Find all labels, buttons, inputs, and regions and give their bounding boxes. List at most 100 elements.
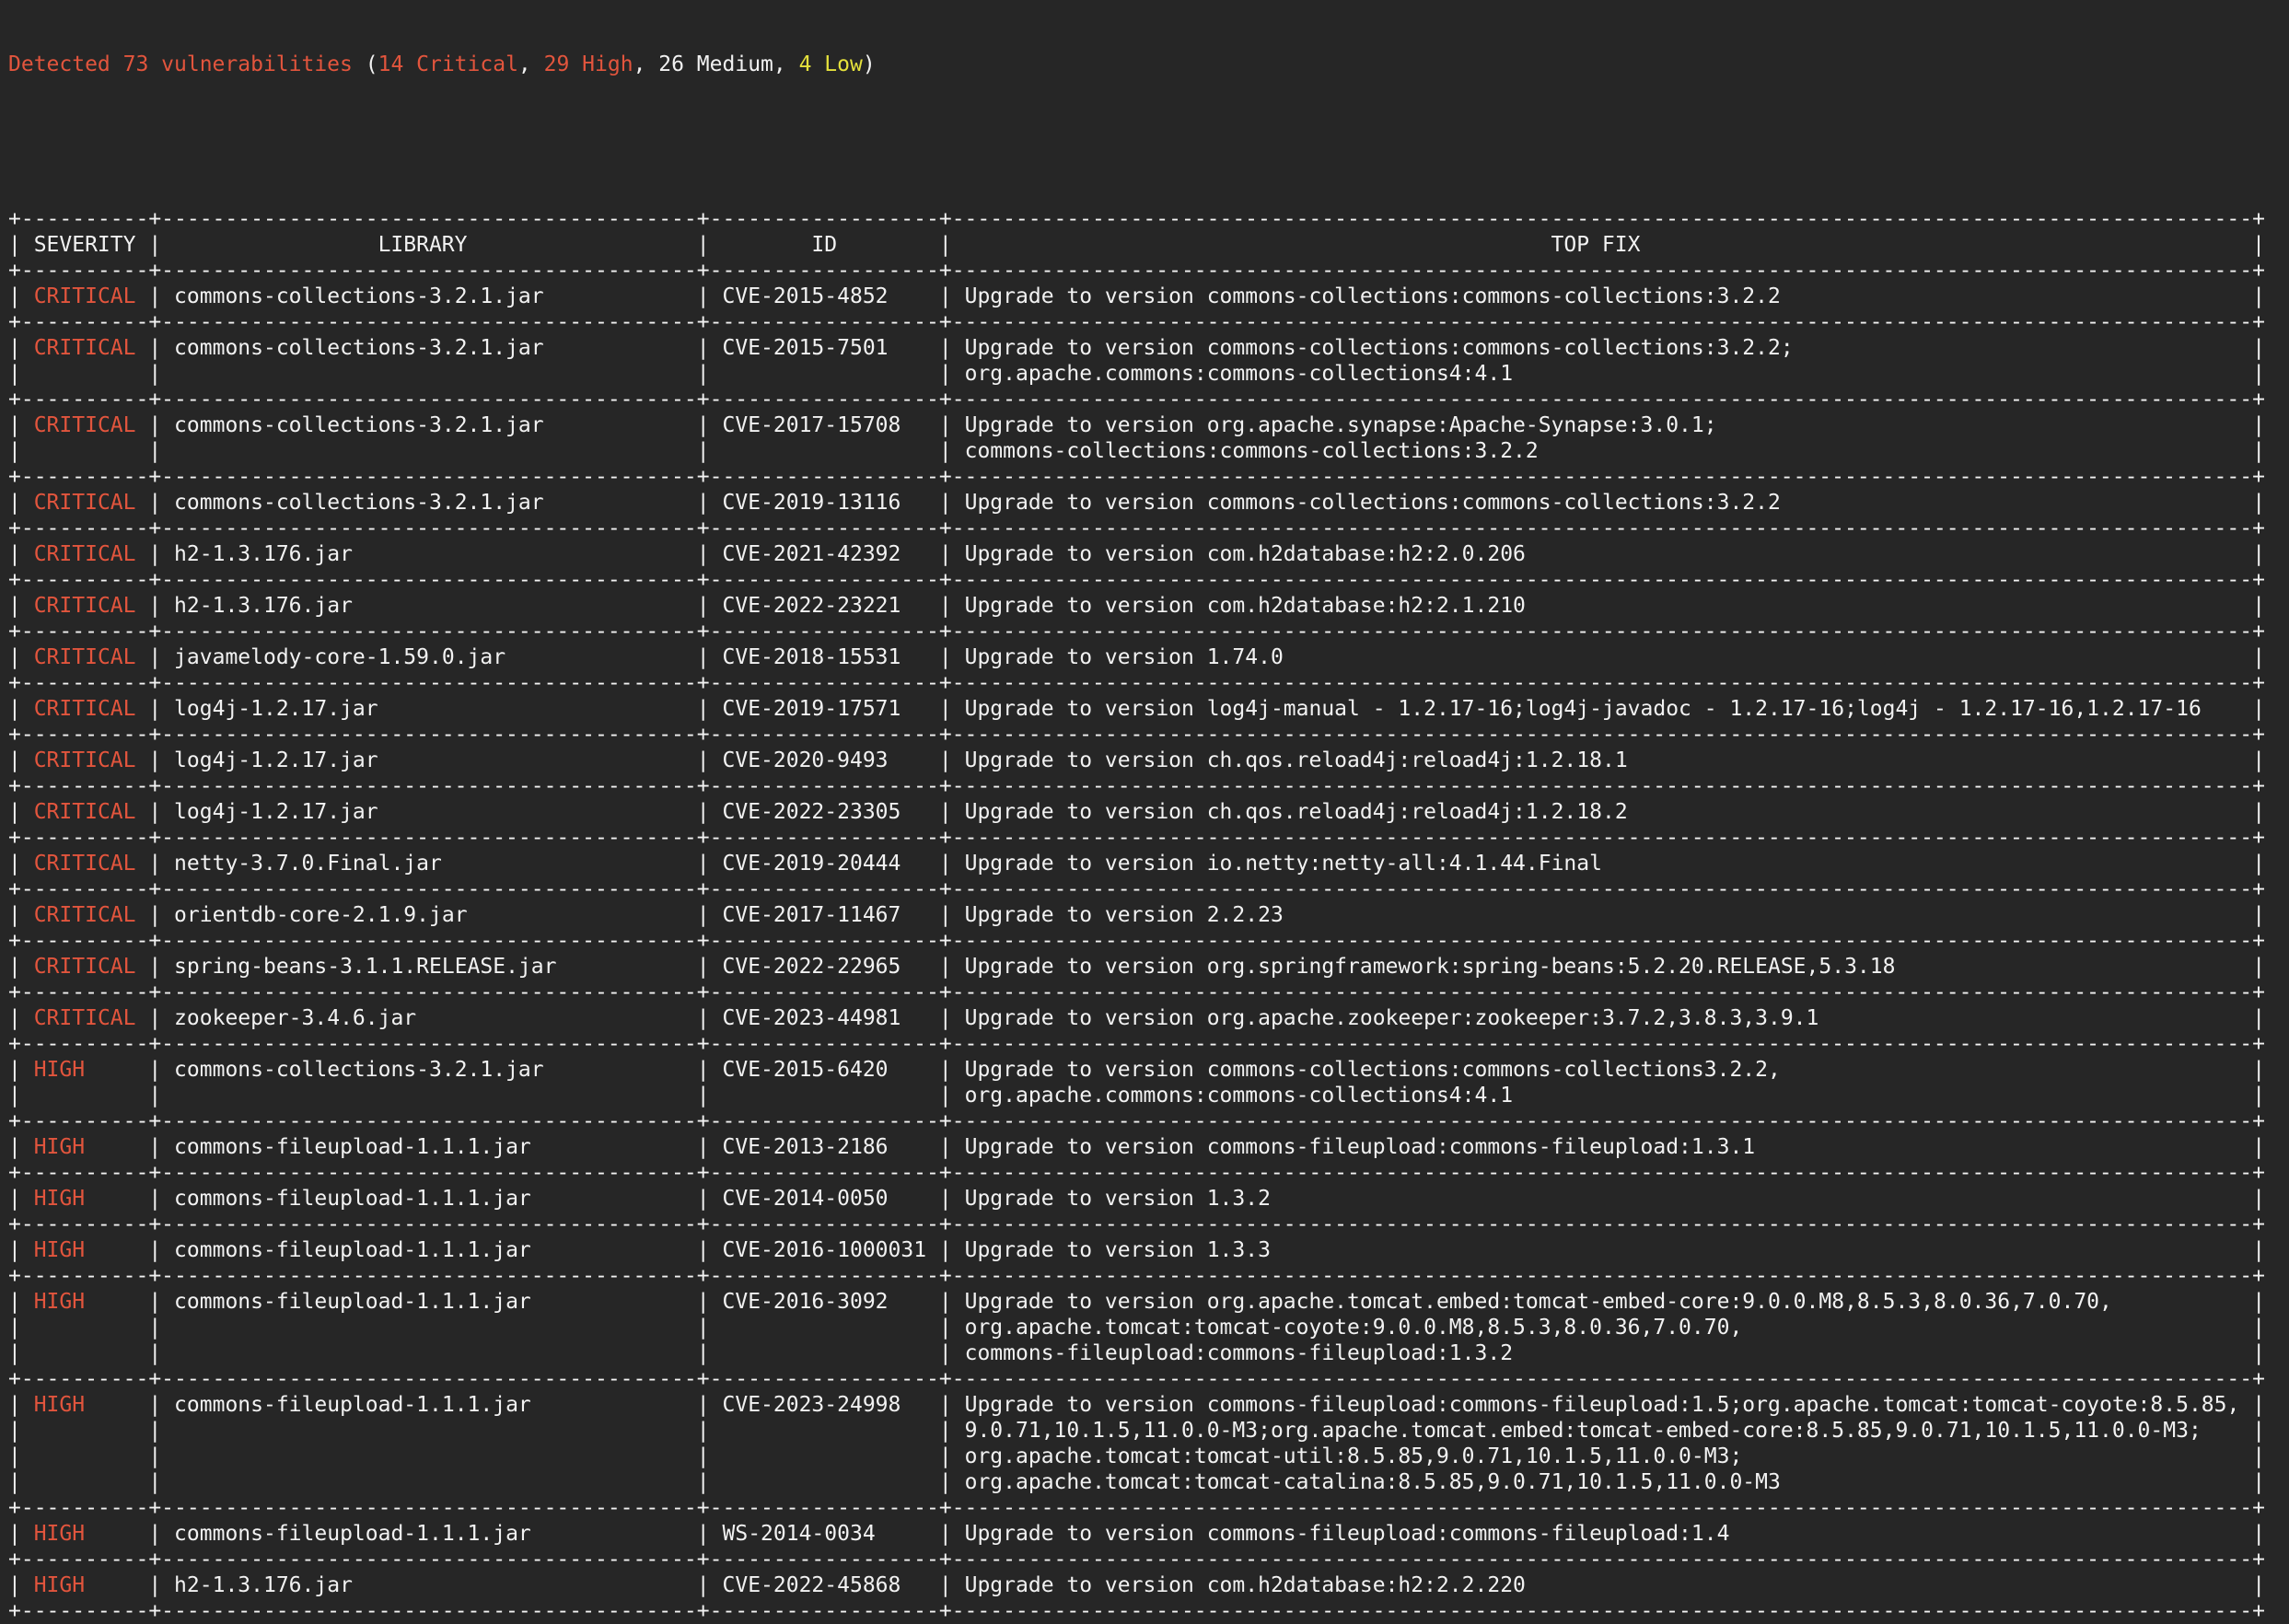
cell-divider: |	[697, 1290, 710, 1314]
table-row: | CRITICAL | commons-collections-3.2.1.j…	[8, 490, 2289, 516]
cell-divider: |	[8, 1522, 21, 1546]
cell-divider: |	[8, 1058, 21, 1082]
cell-divider: |	[2252, 697, 2265, 721]
cell-divider: |	[148, 362, 161, 386]
cell-divider: |	[939, 1316, 952, 1340]
cell-divider: |	[148, 542, 161, 566]
cell-divider: |	[148, 1470, 161, 1494]
cell-divider: |	[939, 1573, 952, 1597]
library-cell: commons-collections-3.2.1.jar	[161, 413, 697, 437]
id-cell	[710, 1470, 939, 1494]
table-separator-row: +----------+----------------------------…	[8, 387, 2289, 412]
severity-cell: CRITICAL	[21, 955, 148, 979]
cell-divider: |	[939, 1187, 952, 1211]
cell-divider: |	[2252, 800, 2265, 824]
cell-divider: |	[697, 439, 710, 463]
table-row: | CRITICAL | zookeeper-3.4.6.jar | CVE-2…	[8, 1005, 2289, 1031]
cell-divider: |	[697, 1187, 710, 1211]
id-cell: CVE-2023-44981	[710, 1006, 939, 1030]
top-fix-cell: Upgrade to version commons-fileupload:co…	[952, 1393, 2252, 1417]
severity-cell: CRITICAL	[21, 800, 148, 824]
cell-divider: |	[939, 903, 952, 927]
cell-divider: |	[697, 336, 710, 360]
table-border: +----------+----------------------------…	[8, 259, 2265, 283]
cell-divider: |	[8, 1238, 21, 1262]
severity-cell: CRITICAL	[21, 697, 148, 721]
table-separator-row: +----------+----------------------------…	[8, 1598, 2289, 1624]
table-border: +----------+----------------------------…	[8, 1548, 2265, 1572]
id-cell: CVE-2019-20444	[710, 852, 939, 876]
cell-divider: |	[939, 1419, 952, 1443]
library-cell: commons-fileupload-1.1.1.jar	[161, 1522, 697, 1546]
table-separator-row: +----------+----------------------------…	[8, 567, 2289, 593]
cell-divider: |	[939, 284, 952, 308]
severity-cell: CRITICAL	[21, 1006, 148, 1030]
cell-divider: |	[2252, 284, 2265, 308]
cell-divider: |	[8, 542, 21, 566]
library-cell: commons-fileupload-1.1.1.jar	[161, 1238, 697, 1262]
cell-divider: |	[939, 1006, 952, 1030]
table-row: | HIGH | commons-fileupload-1.1.1.jar | …	[8, 1237, 2289, 1263]
table-border: +----------+----------------------------…	[8, 516, 2265, 540]
cell-divider: |	[148, 1393, 161, 1417]
cell-divider: |	[148, 1238, 161, 1262]
id-cell	[710, 1316, 939, 1340]
cell-divider: |	[8, 852, 21, 876]
cell-divider: |	[148, 800, 161, 824]
table-border: +----------+----------------------------…	[8, 1599, 2265, 1623]
summary-segment: 4 Low	[799, 52, 863, 76]
top-fix-cell: 9.0.71,10.1.5,11.0.0-M3;org.apache.tomca…	[952, 1419, 2252, 1443]
cell-divider: |	[8, 336, 21, 360]
top-fix-cell: Upgrade to version 2.2.23	[952, 903, 2252, 927]
table-separator-row: +----------+----------------------------…	[8, 258, 2289, 284]
cell-divider: |	[2252, 1084, 2265, 1108]
table-separator-row: +----------+----------------------------…	[8, 619, 2289, 644]
summary-segment: Detected 73 vulnerabilities	[8, 52, 366, 76]
id-cell: CVE-2022-45868	[710, 1573, 939, 1597]
top-fix-cell: org.apache.commons:commons-collections4:…	[952, 1084, 2252, 1108]
cell-divider: |	[2252, 1470, 2265, 1494]
table-border: +----------+----------------------------…	[8, 620, 2265, 644]
cell-divider: |	[2252, 1341, 2265, 1365]
table-border: +----------+----------------------------…	[8, 929, 2265, 953]
summary-segment: 29 High	[544, 52, 633, 76]
top-fix-cell: Upgrade to version org.springframework:s…	[952, 955, 2252, 979]
table-row-continuation: | | | | commons-fileupload:commons-fileu…	[8, 1340, 2289, 1366]
cell-divider: |	[2252, 1290, 2265, 1314]
table-row-continuation: | | | | org.apache.tomcat:tomcat-coyote:…	[8, 1315, 2289, 1340]
table-border: +----------+----------------------------…	[8, 465, 2265, 489]
cell-divider: |	[8, 903, 21, 927]
cell-divider: |	[148, 1573, 161, 1597]
library-cell	[161, 1419, 697, 1443]
cell-divider: |	[939, 1058, 952, 1082]
table-row: | HIGH | commons-fileupload-1.1.1.jar | …	[8, 1392, 2289, 1418]
terminal-output: Detected 73 vulnerabilities (14 Critical…	[0, 0, 2289, 1624]
library-cell	[161, 1084, 697, 1108]
cell-divider: |	[2252, 439, 2265, 463]
cell-divider: |	[148, 1290, 161, 1314]
cell-divider: |	[148, 1135, 161, 1159]
id-cell	[710, 1084, 939, 1108]
severity-cell	[21, 1470, 148, 1494]
severity-cell: HIGH	[21, 1573, 148, 1597]
table-row: | CRITICAL | commons-collections-3.2.1.j…	[8, 284, 2289, 309]
summary-segment: ,	[633, 52, 659, 76]
cell-divider: |	[8, 697, 21, 721]
cell-divider: |	[2252, 1187, 2265, 1211]
table-row: | CRITICAL | log4j-1.2.17.jar | CVE-2019…	[8, 696, 2289, 722]
cell-divider: |	[148, 491, 161, 515]
cell-divider: |	[697, 1006, 710, 1030]
cell-divider: |	[697, 594, 710, 618]
table-separator-row: +----------+----------------------------…	[8, 1495, 2289, 1521]
cell-divider: |	[148, 903, 161, 927]
table-row: | CRITICAL | spring-beans-3.1.1.RELEASE.…	[8, 954, 2289, 980]
table-row: | CRITICAL | orientdb-core-2.1.9.jar | C…	[8, 902, 2289, 928]
cell-divider: |	[697, 1341, 710, 1365]
library-cell: h2-1.3.176.jar	[161, 542, 697, 566]
table-row: | CRITICAL | h2-1.3.176.jar | CVE-2022-2…	[8, 593, 2289, 619]
table-border: +----------+----------------------------…	[8, 774, 2265, 798]
cell-divider: |	[148, 1522, 161, 1546]
cell-divider: |	[2252, 362, 2265, 386]
cell-divider: |	[8, 362, 21, 386]
summary-segment: 26 Medium	[658, 52, 773, 76]
